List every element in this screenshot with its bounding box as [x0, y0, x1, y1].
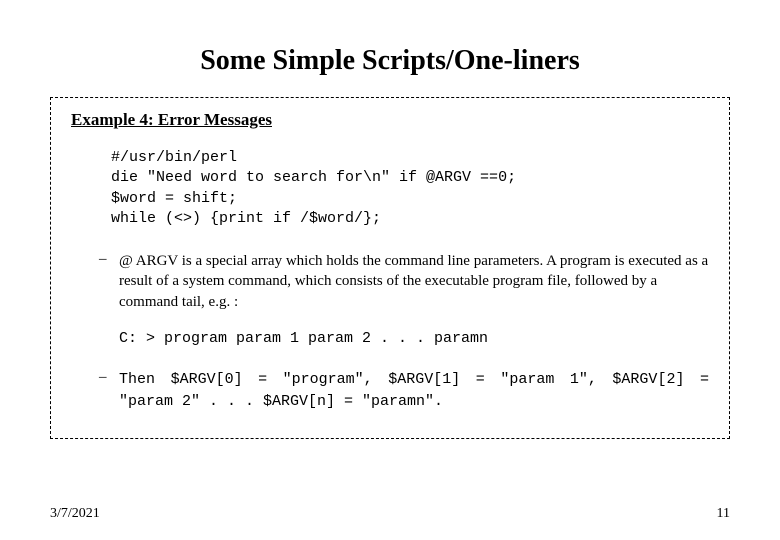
argv-assignments: $ARGV[0] = "program", $ARGV[1] = "param …	[119, 371, 709, 411]
bullet-dash-icon: –	[99, 369, 119, 414]
bullet-argv-values: – Then $ARGV[0] = "program", $ARGV[1] = …	[99, 369, 709, 414]
example-heading: Example 4: Error Messages	[71, 110, 709, 130]
command-example: C: > program param 1 param 2 . . . param…	[119, 330, 709, 347]
bullet-argv-desc: – @ ARGV is a special array which holds …	[99, 251, 709, 312]
content-box: Example 4: Error Messages #/usr/bin/perl…	[50, 97, 730, 439]
slide-title: Some Simple Scripts/One-liners	[50, 45, 730, 77]
then-word: Then	[119, 371, 171, 388]
slide: Some Simple Scripts/One-liners Example 4…	[0, 0, 780, 540]
footer: 3/7/2021 11	[50, 506, 730, 522]
argv-values-text: Then $ARGV[0] = "program", $ARGV[1] = "p…	[119, 369, 709, 414]
bullet-text: @ ARGV is a special array which holds th…	[119, 251, 709, 312]
footer-page-number: 11	[717, 506, 730, 522]
bullet-dash-icon: –	[99, 251, 119, 312]
footer-date: 3/7/2021	[50, 506, 100, 522]
code-block: #/usr/bin/perl die "Need word to search …	[111, 148, 709, 229]
